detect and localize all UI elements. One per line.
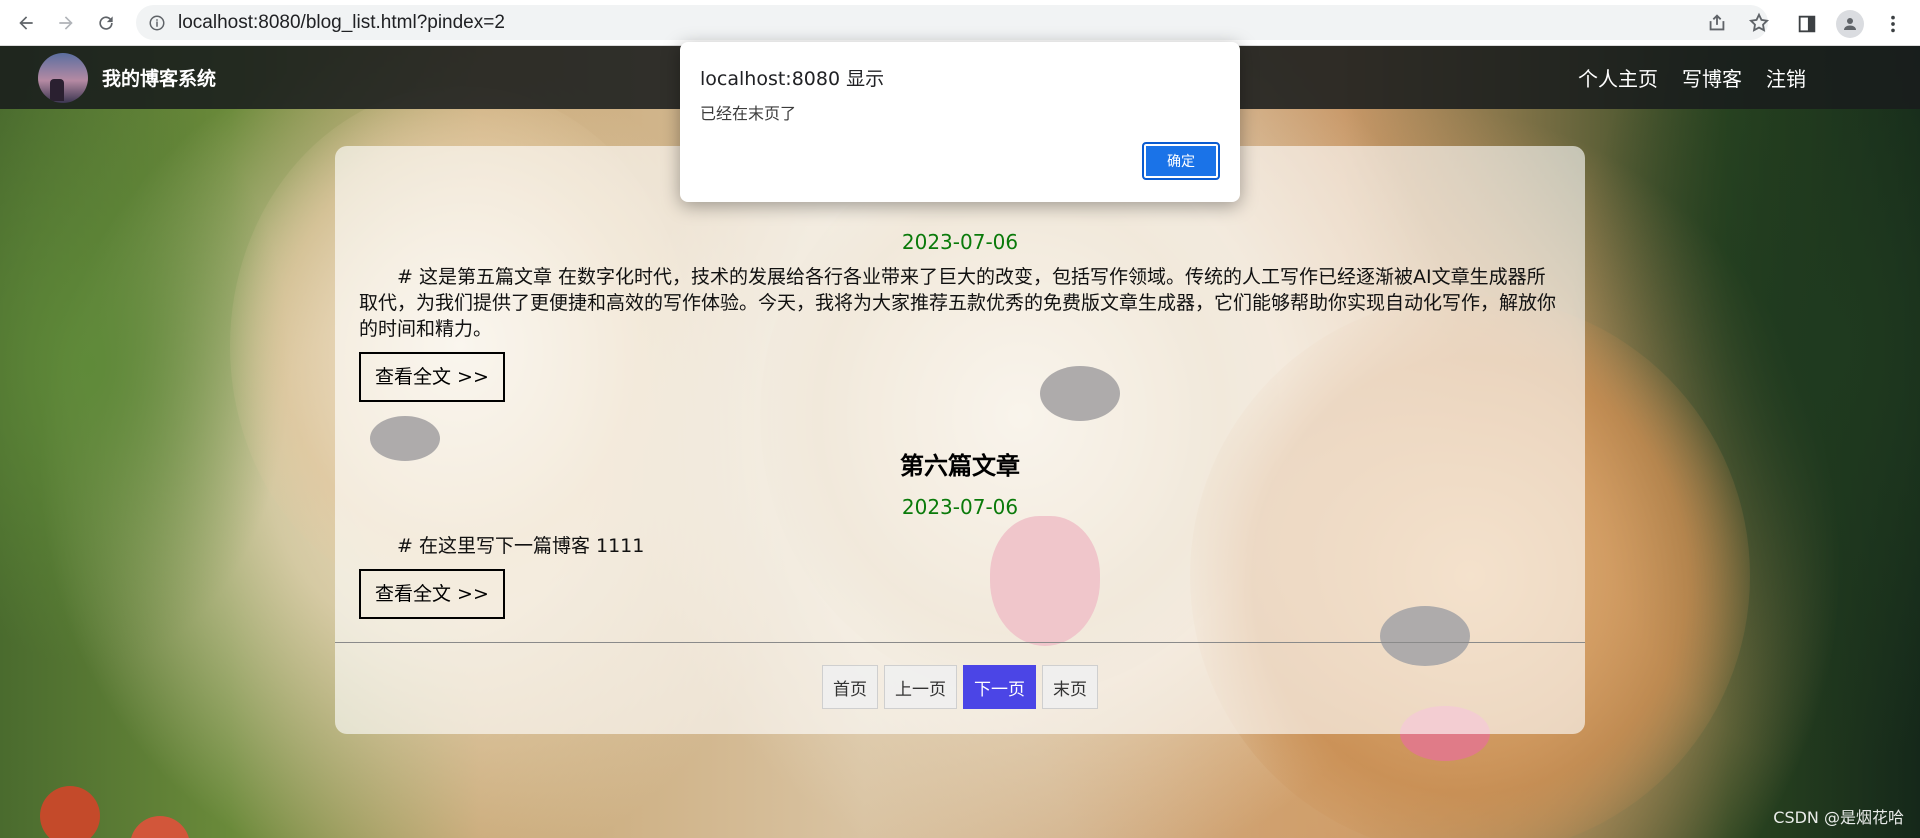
blog-title: 第六篇文章 (900, 452, 1020, 480)
url-text[interactable]: localhost:8080/blog_list.html?pindex=2 (178, 12, 505, 34)
back-icon[interactable] (12, 9, 40, 37)
more-menu-icon[interactable] (1882, 13, 1904, 35)
browser-toolbar: localhost:8080/blog_list.html?pindex=2 (0, 0, 1920, 46)
first-page-button[interactable]: 首页 (822, 665, 878, 709)
nav-logout-link[interactable]: 注销 (1766, 63, 1806, 92)
prev-page-button[interactable]: 上一页 (884, 665, 957, 709)
site-title: 我的博客系统 (102, 68, 217, 90)
watermark: CSDN @是烟花哈 (1773, 808, 1904, 827)
alert-dialog: localhost:8080 显示 已经在末页了 确定 (680, 42, 1240, 202)
blog-desc: # 在这里写下一篇博客 1111 (397, 535, 645, 557)
site-logo (38, 52, 88, 103)
next-page-button[interactable]: 下一页 (963, 665, 1036, 709)
pagination: 首页 上一页 下一页 末页 (335, 665, 1585, 709)
blog-date: 2023-07-06 (901, 495, 1019, 519)
side-panel-icon[interactable] (1796, 13, 1818, 35)
divider (335, 642, 1585, 643)
site-info-icon[interactable] (148, 14, 166, 32)
nav-home-link[interactable]: 个人主页 (1578, 63, 1658, 92)
share-icon[interactable] (1706, 12, 1728, 34)
address-bar[interactable]: localhost:8080/blog_list.html?pindex=2 (136, 5, 1768, 40)
nav-write-blog-link[interactable]: 写博客 (1682, 63, 1742, 92)
blog-desc: # 这是第五篇文章 在数字化时代，技术的发展给各行各业带来了巨大的改变，包括写作… (359, 266, 1557, 340)
blog-item: 第六篇文章 2023-07-06 # 在这里写下一篇博客 1111 查看全文 >… (359, 446, 1561, 619)
bookmark-star-icon[interactable] (1748, 12, 1770, 34)
last-page-button[interactable]: 末页 (1042, 665, 1098, 709)
profile-avatar-icon[interactable] (1836, 10, 1864, 38)
dialog-title: localhost:8080 显示 (700, 68, 885, 90)
dialog-message: 已经在末页了 (700, 104, 797, 123)
read-more-button[interactable]: 查看全文 >> (359, 352, 505, 402)
forward-icon[interactable] (52, 9, 80, 37)
reload-icon[interactable] (92, 9, 120, 37)
blog-item: 2023-07-06 # 这是第五篇文章 在数字化时代，技术的发展给各行各业带来… (359, 230, 1561, 402)
blog-date: 2023-07-06 (901, 230, 1019, 254)
blog-list-container: 2023-07-06 # 这是第五篇文章 在数字化时代，技术的发展给各行各业带来… (335, 146, 1585, 734)
dialog-ok-button[interactable]: 确定 (1142, 142, 1220, 180)
read-more-button[interactable]: 查看全文 >> (359, 569, 505, 619)
site-nav-links: 个人主页 写博客 注销 (1578, 63, 1806, 92)
